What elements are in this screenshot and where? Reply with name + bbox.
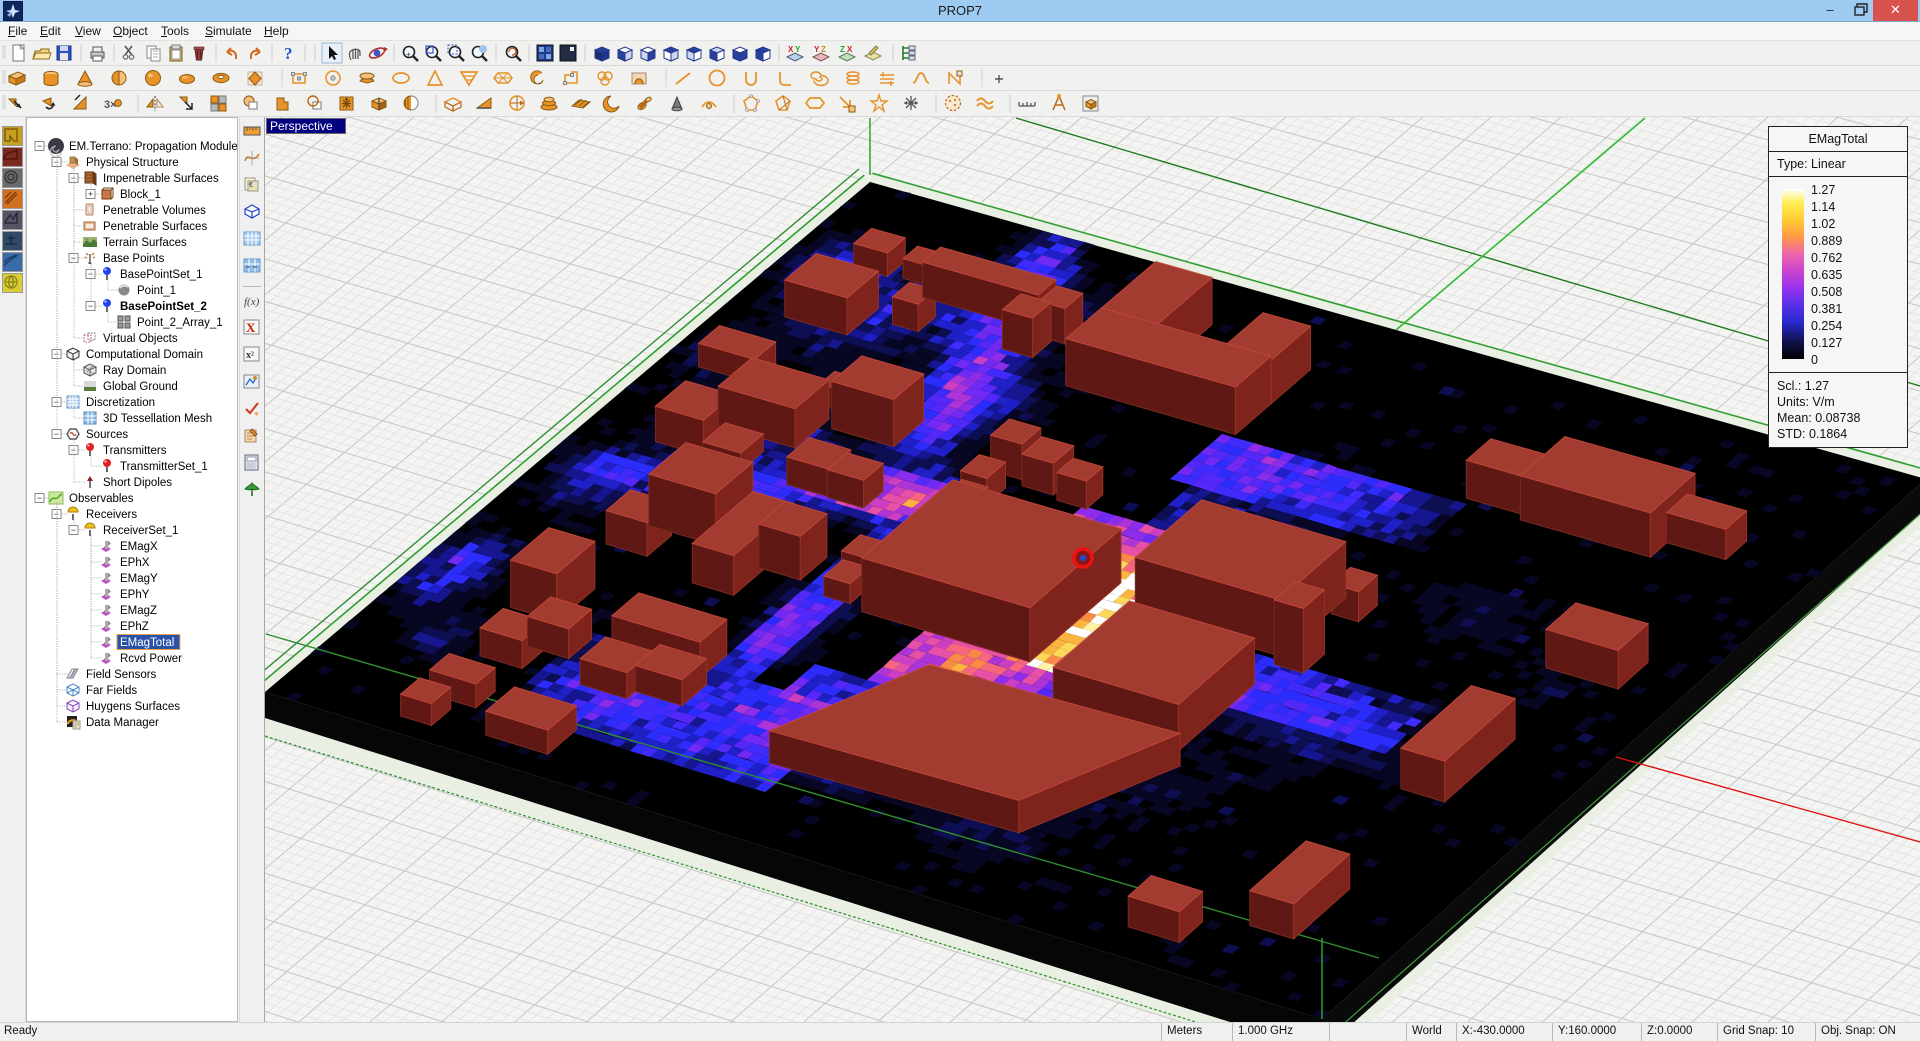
svg-text:−: − [54,429,59,439]
svg-text:Point_1: Point_1 [137,285,176,297]
svg-text:X: X [847,45,853,54]
svg-text:+: + [88,189,93,199]
svg-text:Discretization: Discretization [86,397,155,409]
svg-text:?: ? [284,44,293,63]
svg-text:EM.Terrano: Propagation Module: EM.Terrano: Propagation Module [69,141,237,153]
svg-text:BasePointSet_1: BasePointSet_1 [120,269,202,281]
svg-text:TransmitterSet_1: TransmitterSet_1 [120,461,208,473]
svg-text:Huygens Surfaces: Huygens Surfaces [86,701,180,713]
svg-text:€: € [249,182,253,189]
svg-text:Block_1: Block_1 [120,189,161,201]
svg-text:Receivers: Receivers [86,509,137,521]
svg-text:EMagZ: EMagZ [120,605,157,617]
svg-text:Observables: Observables [69,493,134,505]
svg-text:−: − [37,493,42,503]
svg-text:Physical Structure: Physical Structure [86,157,179,169]
svg-text:X: X [788,45,794,54]
svg-text:f(x): f(x) [244,296,260,308]
svg-text:−: − [88,301,93,311]
svg-text:EPhY: EPhY [120,589,150,601]
svg-text:Z: Z [840,45,845,54]
svg-text:Rcvd Power: Rcvd Power [120,653,182,665]
svg-text:−: − [71,525,76,535]
svg-text:Virtual Objects: Virtual Objects [103,333,178,345]
svg-text:X: X [246,320,256,335]
svg-text:BasePointSet_2: BasePointSet_2 [120,301,207,313]
svg-text:EMagY: EMagY [120,573,158,585]
svg-text:−: − [37,141,42,151]
svg-text:EMagTotal: EMagTotal [120,637,174,649]
svg-text:Terrain Surfaces: Terrain Surfaces [103,237,187,249]
svg-text:Ray Domain: Ray Domain [103,365,166,377]
svg-text:Field Sensors: Field Sensors [86,669,157,681]
svg-text:EPhX: EPhX [120,557,150,569]
svg-text:Global Ground: Global Ground [103,381,178,393]
svg-text:Penetrable Surfaces: Penetrable Surfaces [103,221,207,233]
svg-text:3D Tessellation Mesh: 3D Tessellation Mesh [103,413,212,425]
svg-text:x²: x² [246,350,254,361]
svg-text:EMagX: EMagX [120,541,158,553]
svg-text:EPhZ: EPhZ [120,621,149,633]
svg-text:Transmitters: Transmitters [103,445,167,457]
svg-text:Y: Y [814,45,820,54]
svg-text:Far Fields: Far Fields [86,685,137,697]
svg-text:Y: Y [795,45,801,54]
svg-text:Short Dipoles: Short Dipoles [103,477,172,489]
svg-text:Point_2_Array_1: Point_2_Array_1 [137,317,223,329]
svg-text:ReceiverSet_1: ReceiverSet_1 [103,525,178,537]
svg-text:Computational Domain: Computational Domain [86,349,203,361]
svg-text:Base Points: Base Points [103,253,165,265]
svg-text:Penetrable Volumes: Penetrable Volumes [103,205,206,217]
svg-text:Impenetrable Surfaces: Impenetrable Surfaces [103,173,219,185]
svg-text:Sources: Sources [86,429,128,441]
svg-text:+: + [406,50,411,59]
svg-text:Data Manager: Data Manager [86,717,159,729]
svg-text:Z: Z [821,45,826,54]
